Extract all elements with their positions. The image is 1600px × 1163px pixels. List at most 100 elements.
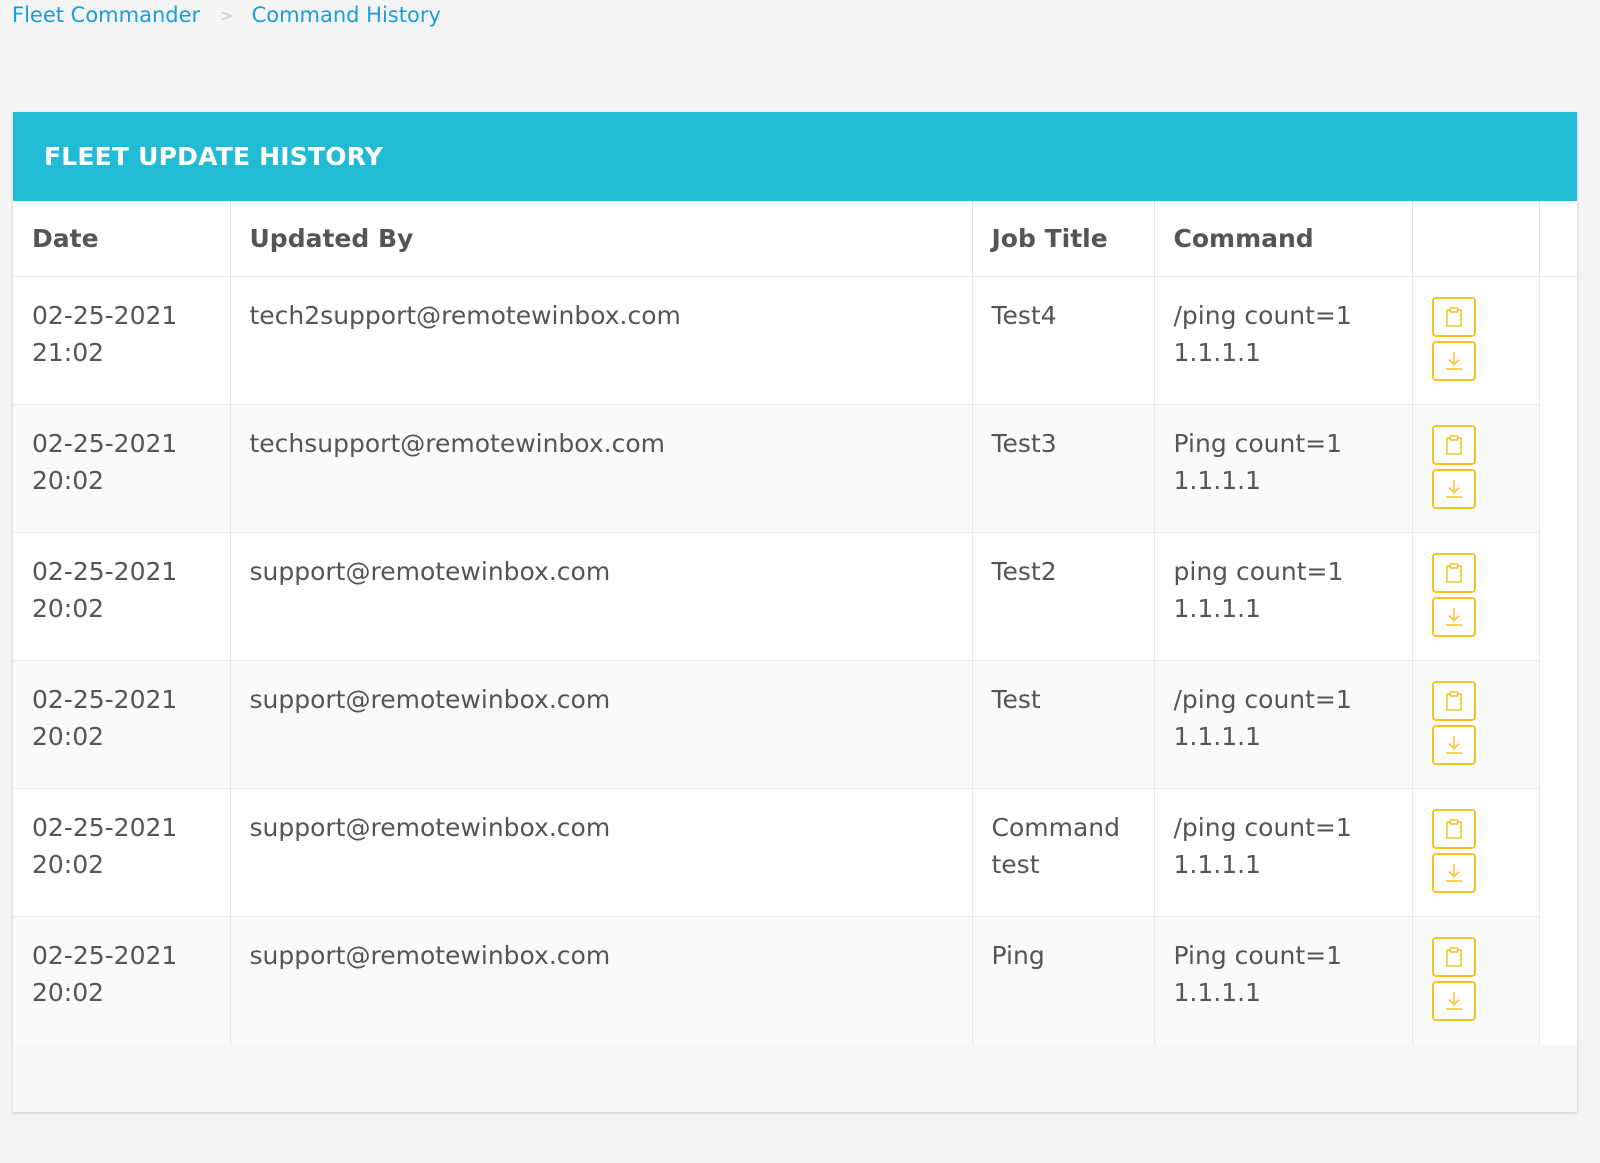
- row-updated-by: tech2support@remotewinbox.com: [249, 301, 681, 330]
- job-title-cell: Test2: [972, 532, 1155, 661]
- copy-command-button[interactable]: [1431, 681, 1476, 721]
- job-title-cell: Test4: [972, 276, 1155, 405]
- column-header-job-title[interactable]: Job Title: [972, 201, 1155, 277]
- row-job-title-line-1: Test: [991, 685, 1041, 714]
- job-title-cell: Test3: [972, 404, 1155, 533]
- copy-command-button[interactable]: [1431, 297, 1476, 337]
- row-command-line-2: 1.1.1.1: [1173, 978, 1261, 1007]
- date-cell: 02-25-2021 21:02: [13, 276, 231, 405]
- row-updated-by: support@remotewinbox.com: [249, 685, 611, 714]
- actions-cell: [1412, 660, 1540, 789]
- row-spacer: [1539, 276, 1577, 405]
- updated-by-cell: support@remotewinbox.com: [230, 660, 973, 789]
- table-header-row: Date Updated By Job Title Command: [13, 201, 1577, 277]
- row-job-title-line-1: Command: [991, 813, 1121, 842]
- table-row: 02-25-2021 20:02 support@remotewinbox.co…: [13, 660, 1577, 789]
- column-header-updated-by[interactable]: Updated By: [230, 201, 973, 277]
- table-row: 02-25-2021 20:02 techsupport@remotewinbo…: [13, 404, 1577, 533]
- actions-cell: [1412, 788, 1540, 917]
- row-command-line-2: 1.1.1.1: [1173, 722, 1261, 751]
- clipboard-icon: [1445, 307, 1462, 327]
- row-command-line-2: 1.1.1.1: [1173, 466, 1261, 495]
- download-icon: [1445, 992, 1462, 1010]
- download-output-button[interactable]: [1431, 853, 1476, 893]
- breadcrumb-command-history[interactable]: Command History: [252, 3, 441, 27]
- table-row: 02-25-2021 20:02 support@remotewinbox.co…: [13, 788, 1577, 917]
- breadcrumb: Fleet Commander > Command History: [12, 0, 441, 30]
- download-output-button[interactable]: [1431, 469, 1476, 509]
- row-command-line-2: 1.1.1.1: [1173, 850, 1261, 879]
- actions-cell: [1412, 276, 1540, 405]
- row-updated-by: support@remotewinbox.com: [249, 813, 611, 842]
- column-header-date[interactable]: Date: [13, 201, 231, 277]
- updated-by-cell: support@remotewinbox.com: [230, 532, 973, 661]
- download-icon: [1445, 608, 1462, 626]
- download-icon: [1445, 480, 1462, 498]
- column-header-actions: [1412, 201, 1540, 277]
- row-job-title-line-1: Test2: [991, 557, 1057, 586]
- command-cell: ping count=1 1.1.1.1: [1154, 532, 1413, 661]
- row-command-line-2: 1.1.1.1: [1173, 338, 1261, 367]
- row-time: 20:02: [32, 978, 105, 1007]
- row-spacer: [1539, 788, 1577, 917]
- row-command-line-1: /ping count=1: [1173, 813, 1352, 842]
- row-job-title-line-1: Ping: [991, 941, 1045, 970]
- download-output-button[interactable]: [1431, 981, 1476, 1021]
- row-date: 02-25-2021: [32, 685, 178, 714]
- row-command-line-1: ping count=1: [1173, 557, 1344, 586]
- row-job-title-line-2: test: [991, 850, 1040, 879]
- row-command-line-1: /ping count=1: [1173, 301, 1352, 330]
- clipboard-icon: [1445, 947, 1462, 967]
- updated-by-cell: techsupport@remotewinbox.com: [230, 404, 973, 533]
- row-spacer: [1539, 532, 1577, 661]
- date-cell: 02-25-2021 20:02: [13, 532, 231, 661]
- row-spacer: [1539, 404, 1577, 533]
- updated-by-cell: tech2support@remotewinbox.com: [230, 276, 973, 405]
- job-title-cell: Test: [972, 660, 1155, 789]
- command-cell: Ping count=1 1.1.1.1: [1154, 404, 1413, 533]
- row-time: 20:02: [32, 722, 105, 751]
- row-date: 02-25-2021: [32, 301, 178, 330]
- row-job-title-line-1: Test4: [991, 301, 1057, 330]
- row-updated-by: techsupport@remotewinbox.com: [249, 429, 665, 458]
- download-output-button[interactable]: [1431, 341, 1476, 381]
- command-cell: /ping count=1 1.1.1.1: [1154, 276, 1413, 405]
- updated-by-cell: support@remotewinbox.com: [230, 788, 973, 917]
- column-header-spacer: [1539, 201, 1577, 277]
- download-icon: [1445, 736, 1462, 754]
- date-cell: 02-25-2021 20:02: [13, 916, 231, 1045]
- command-cell: /ping count=1 1.1.1.1: [1154, 660, 1413, 789]
- copy-command-button[interactable]: [1431, 553, 1476, 593]
- date-cell: 02-25-2021 20:02: [13, 404, 231, 533]
- row-date: 02-25-2021: [32, 429, 178, 458]
- row-time: 20:02: [32, 850, 105, 879]
- actions-cell: [1412, 916, 1540, 1045]
- actions-cell: [1412, 532, 1540, 661]
- clipboard-icon: [1445, 691, 1462, 711]
- column-header-command[interactable]: Command: [1154, 201, 1413, 277]
- download-output-button[interactable]: [1431, 725, 1476, 765]
- row-date: 02-25-2021: [32, 557, 178, 586]
- row-command-line-1: /ping count=1: [1173, 685, 1352, 714]
- row-command-line-2: 1.1.1.1: [1173, 594, 1261, 623]
- updated-by-cell: support@remotewinbox.com: [230, 916, 973, 1045]
- job-title-cell: Command test: [972, 788, 1155, 917]
- clipboard-icon: [1445, 819, 1462, 839]
- table-row: 02-25-2021 20:02 support@remotewinbox.co…: [13, 532, 1577, 661]
- breadcrumb-fleet-commander[interactable]: Fleet Commander: [12, 3, 200, 27]
- command-history-table: Date Updated By Job Title Command 02-25-…: [13, 201, 1577, 1045]
- copy-command-button[interactable]: [1431, 809, 1476, 849]
- clipboard-icon: [1445, 435, 1462, 455]
- copy-command-button[interactable]: [1431, 425, 1476, 465]
- job-title-cell: Ping: [972, 916, 1155, 1045]
- download-icon: [1445, 352, 1462, 370]
- download-output-button[interactable]: [1431, 597, 1476, 637]
- row-spacer: [1539, 916, 1577, 1045]
- row-updated-by: support@remotewinbox.com: [249, 941, 611, 970]
- command-cell: /ping count=1 1.1.1.1: [1154, 788, 1413, 917]
- command-cell: Ping count=1 1.1.1.1: [1154, 916, 1413, 1045]
- copy-command-button[interactable]: [1431, 937, 1476, 977]
- clipboard-icon: [1445, 563, 1462, 583]
- row-spacer: [1539, 660, 1577, 789]
- row-job-title-line-1: Test3: [991, 429, 1057, 458]
